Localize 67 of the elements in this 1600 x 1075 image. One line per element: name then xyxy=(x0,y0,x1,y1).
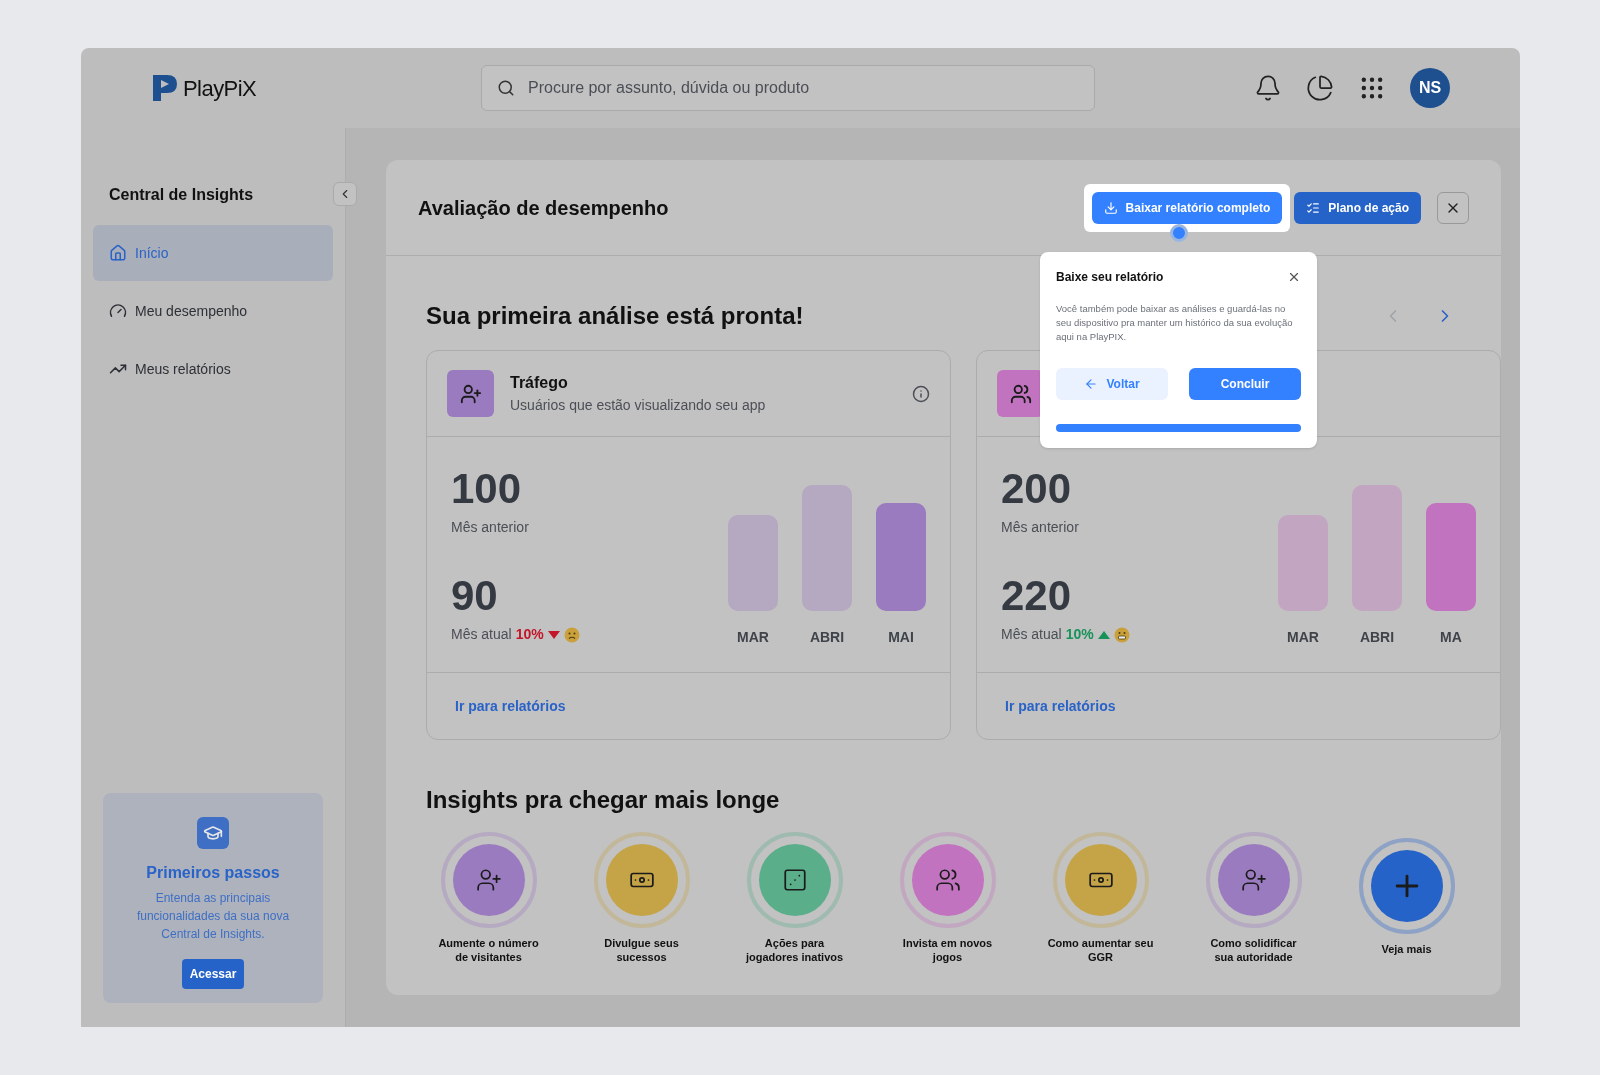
pie-chart-icon[interactable] xyxy=(1306,74,1334,102)
up-triangle-icon xyxy=(1097,630,1110,639)
previous-value: 200 xyxy=(1001,465,1073,513)
close-icon[interactable] xyxy=(1287,270,1301,284)
graduation-cap-icon xyxy=(197,817,229,849)
down-triangle-icon xyxy=(547,630,560,639)
action-button[interactable]: Baixar relatório completo xyxy=(1091,191,1283,224)
close-button[interactable] xyxy=(1437,191,1469,224)
sidebar-item[interactable]: Meu desempenho xyxy=(93,283,333,339)
access-button[interactable]: Acessar xyxy=(181,959,245,989)
page-title: Avaliação de desempenho xyxy=(418,195,670,221)
finish-button[interactable]: Concluir xyxy=(1189,368,1301,400)
month-label: MA xyxy=(1440,628,1462,647)
previous-label: Mês anterior xyxy=(451,518,530,537)
download-icon xyxy=(1103,200,1118,215)
promo-title: Primeiros passos xyxy=(146,863,280,883)
change-value: 10% xyxy=(1065,625,1094,644)
insight-label[interactable]: Divulgue seus sucessos xyxy=(588,936,695,964)
grin-face-icon xyxy=(1113,626,1130,643)
arrow-left-icon xyxy=(1084,377,1099,391)
current-value: 220 xyxy=(1001,572,1073,620)
users-icon[interactable] xyxy=(899,832,996,928)
sidebar-title: Central de Insights xyxy=(108,185,255,205)
banknote-icon[interactable] xyxy=(593,832,690,928)
search-icon xyxy=(497,79,515,97)
insight-label[interactable]: Invista em novos jogos xyxy=(894,936,1001,964)
gauge-icon xyxy=(109,302,127,320)
current-label: Mês atual xyxy=(451,625,512,644)
logo-text: PlayPiX xyxy=(183,74,257,103)
banknote-icon[interactable] xyxy=(1052,832,1149,928)
current-value: 90 xyxy=(451,572,499,620)
month-label: ABRI xyxy=(1359,628,1395,647)
previous-label: Mês anterior xyxy=(1001,518,1080,537)
search-field[interactable]: Procure por assunto, dúvida ou produto xyxy=(481,65,1095,111)
month-label: MAI xyxy=(888,628,914,647)
change-value: 10% xyxy=(515,625,544,644)
sidebar-item[interactable]: Meus relatórios xyxy=(93,341,333,397)
insight-label[interactable]: Aumente o número de visitantes xyxy=(435,936,542,964)
promo-text: Entenda as principais funcionalidades da sua nova Central de Insights. xyxy=(135,890,291,943)
current-label: Mês atual xyxy=(1001,625,1062,644)
sad-face-icon xyxy=(563,626,580,643)
plus-icon[interactable] xyxy=(1358,838,1455,934)
checklist-icon xyxy=(1306,200,1321,215)
insight-label[interactable]: Como solidificar sua autoridade xyxy=(1200,936,1307,964)
collapse-sidebar-button[interactable] xyxy=(333,182,357,206)
insight-label[interactable]: Ações para jogadores inativos xyxy=(741,936,848,964)
popover-text: Você também pode baixar as análises e guardá-las no seu dispositivo pra manter um histórico da sua evolução aqui na PlayPIX. xyxy=(1056,302,1294,344)
user-plus-icon[interactable] xyxy=(1205,832,1302,928)
info-icon[interactable] xyxy=(912,384,930,403)
insights-title: Insights pra chegar mais longe xyxy=(425,785,781,815)
house-icon xyxy=(109,244,127,262)
month-label: MAR xyxy=(737,628,769,647)
insight-label[interactable]: Veja mais xyxy=(1353,942,1460,956)
user-plus-icon[interactable] xyxy=(440,832,537,928)
card-title: Tráfego xyxy=(510,373,569,393)
dice-icon[interactable] xyxy=(746,832,843,928)
insight-label[interactable]: Como aumentar seu GGR xyxy=(1047,936,1154,964)
previous-value: 100 xyxy=(451,465,523,513)
logo-icon xyxy=(151,73,179,103)
action-button[interactable]: Plano de ação xyxy=(1294,191,1421,224)
notification-bell-icon[interactable] xyxy=(1254,74,1282,102)
user-avatar[interactable]: NS xyxy=(1410,68,1450,108)
month-label: ABRI xyxy=(809,628,845,647)
card-subtitle: Usuários que estão visualizando seu app xyxy=(510,396,767,415)
popover-title: Baixe seu relatório xyxy=(1056,269,1164,286)
month-label: MAR xyxy=(1287,628,1319,647)
section-title: Sua primeira análise está pronta! xyxy=(426,301,804,331)
